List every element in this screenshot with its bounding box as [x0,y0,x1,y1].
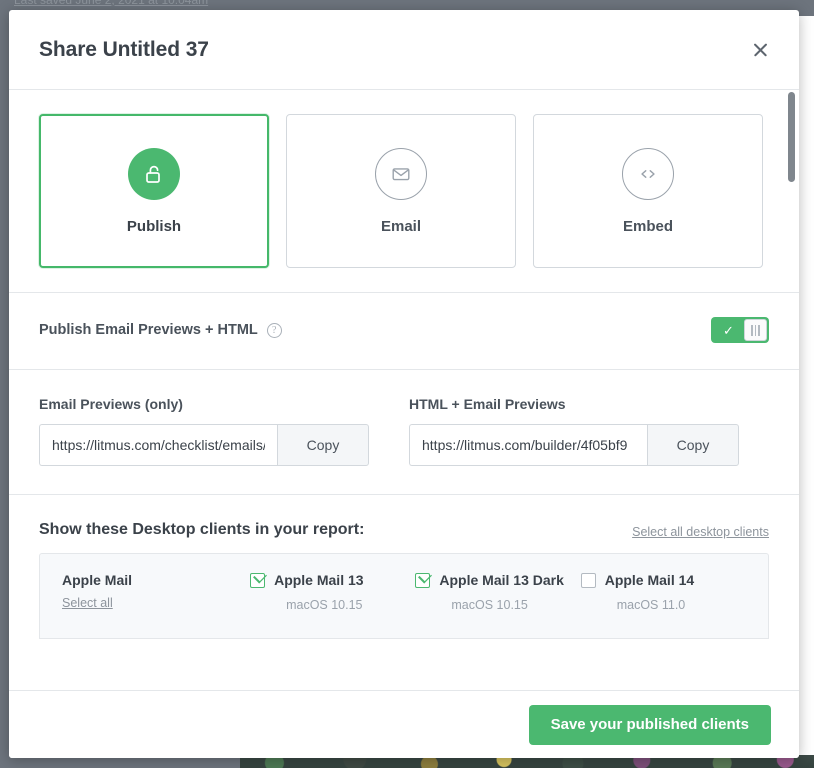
html-email-previews-url-label: HTML + Email Previews [409,396,739,412]
client-checkbox-row[interactable]: Apple Mail 13 Dark [415,572,580,588]
email-previews-url-group: Copy [39,424,369,466]
grip-line [758,325,759,336]
html-email-previews-url-group: Copy [409,424,739,466]
modal-scrollbar-thumb[interactable] [788,92,795,182]
publish-previews-toggle-row: Publish Email Previews + HTML ? ✓ [9,293,799,370]
toggle-handle[interactable] [744,319,767,341]
html-email-previews-url-block: HTML + Email Previews Copy [409,396,739,466]
last-saved-text: Last saved June 2, 2021 at 10:04am [14,0,208,7]
share-type-label: Email [381,218,421,235]
modal-scrollbar[interactable] [789,90,797,690]
grip-line [755,325,756,336]
email-previews-url-input[interactable] [39,424,277,466]
envelope-icon [375,148,427,200]
share-type-email[interactable]: Email [286,114,516,268]
share-type-cards: Publish Email Embed [9,90,799,293]
grip-line [751,325,752,336]
desktop-clients-section: Show these Desktop clients in your repor… [9,495,799,639]
publish-previews-label: Publish Email Previews + HTML [39,322,258,338]
client-os: macOS 10.15 [451,598,580,612]
page-title: Share Untitled 37 [39,38,743,62]
copy-email-previews-url-button[interactable]: Copy [277,424,369,466]
share-type-publish[interactable]: Publish [39,114,269,268]
unlock-icon [128,148,180,200]
close-icon[interactable] [743,33,777,67]
html-email-previews-url-input[interactable] [409,424,647,466]
client-name: Apple Mail 13 [274,572,363,588]
client-item: Apple Mail 13 macOS 10.15 [250,572,415,618]
question-mark-icon[interactable]: ? [267,323,282,338]
code-icon [622,148,674,200]
client-item: Apple Mail 13 Dark macOS 10.15 [415,572,580,618]
desktop-clients-header: Show these Desktop clients in your repor… [39,521,769,539]
desktop-clients-title: Show these Desktop clients in your repor… [39,521,632,539]
client-name: Apple Mail 14 [605,572,694,588]
client-os: macOS 10.15 [286,598,415,612]
share-links-section: Email Previews (only) Copy HTML + Email … [9,370,799,495]
client-checkbox-row[interactable]: Apple Mail 14 [581,572,746,588]
email-previews-url-label: Email Previews (only) [39,396,369,412]
modal-footer: Save your published clients [9,690,799,758]
toggle-check-icon: ✓ [713,324,744,337]
share-type-label: Publish [127,218,181,235]
client-os: macOS 11.0 [617,598,746,612]
checkbox-checked-icon[interactable] [250,573,265,588]
copy-html-email-previews-url-button[interactable]: Copy [647,424,739,466]
client-item: Apple Mail 14 macOS 11.0 [581,572,746,618]
client-group-name-column: Apple Mail Select all [62,572,250,618]
save-published-clients-button[interactable]: Save your published clients [529,705,771,745]
client-checkbox-row[interactable]: Apple Mail 13 [250,572,415,588]
email-previews-url-block: Email Previews (only) Copy [39,396,369,466]
select-all-desktop-clients-link[interactable]: Select all desktop clients [632,525,769,539]
modal-body: Publish Email Embed [9,90,799,690]
checkbox-unchecked-icon[interactable] [581,573,596,588]
client-group-apple-mail: Apple Mail Select all Apple Mail 13 macO… [39,553,769,639]
share-type-embed[interactable]: Embed [533,114,763,268]
checkbox-checked-icon[interactable] [415,573,430,588]
share-type-label: Embed [623,218,673,235]
client-group-select-all-link[interactable]: Select all [62,596,250,610]
share-modal: Share Untitled 37 Publish [9,10,799,758]
modal-header: Share Untitled 37 [9,10,799,90]
client-name: Apple Mail 13 Dark [439,572,564,588]
client-group-name: Apple Mail [62,572,250,588]
publish-previews-toggle[interactable]: ✓ [711,317,769,343]
